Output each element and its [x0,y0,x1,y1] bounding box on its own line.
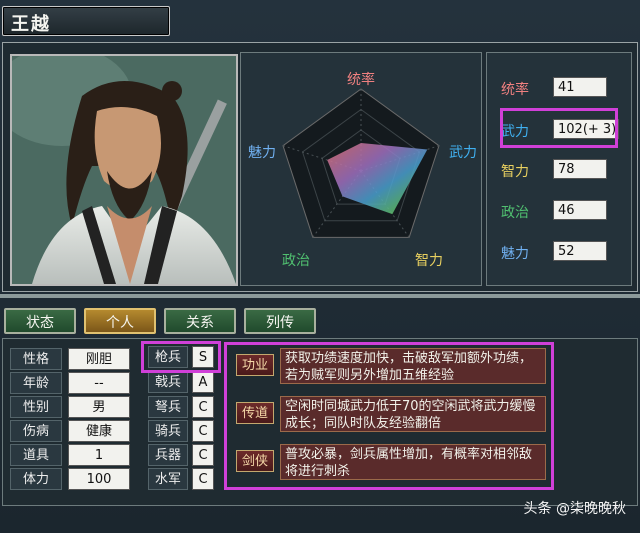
info-value-items: 1 [68,444,130,466]
stat-value-charm: 52 [553,241,607,261]
info-value-gender: 男 [68,396,130,418]
troop-grade-crossbow: C [192,396,214,418]
troop-grade-cavalry: C [192,420,214,442]
game-screen: 王越 统率 武力 智力 政治 魅力 统率 41 武力 102(+ 3) 智力 7… [0,0,640,533]
stat-label-intelligence: 智力 [501,164,529,180]
portrait-image [12,56,236,284]
troop-row-halberd: 戟兵 A [148,371,218,393]
general-name-bar: 王越 [2,6,170,36]
troop-row-crossbow: 弩兵 C [148,396,218,418]
troop-label-cavalry: 骑兵 [148,420,188,442]
radar-label-charm: 魅力 [248,145,276,161]
stat-value-leadership: 41 [553,77,607,97]
skills-highlight-box [224,342,554,490]
stat-label-leadership: 统率 [501,82,529,98]
tab-status[interactable]: 状态 [4,308,76,334]
general-name: 王越 [11,14,51,35]
radar-label-strength: 武力 [449,145,477,161]
info-row-items: 道具 1 [10,444,140,466]
info-value-age: -- [68,372,130,394]
info-row-personality: 性格 刚胆 [10,348,140,370]
attribute-radar-chart: 统率 武力 智力 政治 魅力 [248,71,477,269]
troop-label-siege: 兵器 [148,444,188,466]
info-label-items: 道具 [10,444,62,466]
info-row-health: 伤病 健康 [10,420,140,442]
general-portrait [10,54,238,286]
stat-value-intelligence: 78 [553,159,607,179]
troop-grade-navy: C [192,468,214,490]
tab-relations[interactable]: 关系 [164,308,236,334]
troop-row-cavalry: 骑兵 C [148,420,218,442]
tab-personal[interactable]: 个人 [84,308,156,334]
troop-label-crossbow: 弩兵 [148,396,188,418]
strength-highlight-box [500,108,618,148]
stat-value-politics: 46 [553,200,607,220]
section-divider [0,294,640,298]
info-label-gender: 性别 [10,396,62,418]
stat-label-charm: 魅力 [501,246,529,262]
troop-grade-halberd: A [192,371,214,393]
radar-label-intelligence: 智力 [415,253,443,269]
info-label-stamina: 体力 [10,468,62,490]
info-label-age: 年龄 [10,372,62,394]
info-value-personality: 刚胆 [68,348,130,370]
radar-label-politics: 政治 [282,253,310,269]
troop-row-siege: 兵器 C [148,444,218,466]
info-row-age: 年龄 -- [10,372,140,394]
spear-highlight-box [141,341,221,373]
stat-row-charm: 魅力 52 [497,241,627,265]
stat-label-politics: 政治 [501,205,529,221]
radar-label-leadership: 统率 [347,71,375,88]
troop-grade-siege: C [192,444,214,466]
info-label-health: 伤病 [10,420,62,442]
stat-row-leadership: 统率 41 [497,77,627,101]
stat-row-intelligence: 智力 78 [497,159,627,183]
info-value-health: 健康 [68,420,130,442]
info-label-personality: 性格 [10,348,62,370]
troop-row-navy: 水军 C [148,468,218,490]
tab-biography[interactable]: 列传 [244,308,316,334]
stat-row-politics: 政治 46 [497,200,627,224]
troop-label-halberd: 戟兵 [148,371,188,393]
attribute-radar-panel: 统率 武力 智力 政治 魅力 [240,52,482,286]
watermark: 头条 @柒晚晚秋 [523,501,626,517]
info-row-gender: 性别 男 [10,396,140,418]
troop-label-navy: 水军 [148,468,188,490]
stat-panel: 统率 41 武力 102(+ 3) 智力 78 政治 46 魅力 52 [486,52,632,286]
info-value-stamina: 100 [68,468,130,490]
info-row-stamina: 体力 100 [10,468,140,490]
